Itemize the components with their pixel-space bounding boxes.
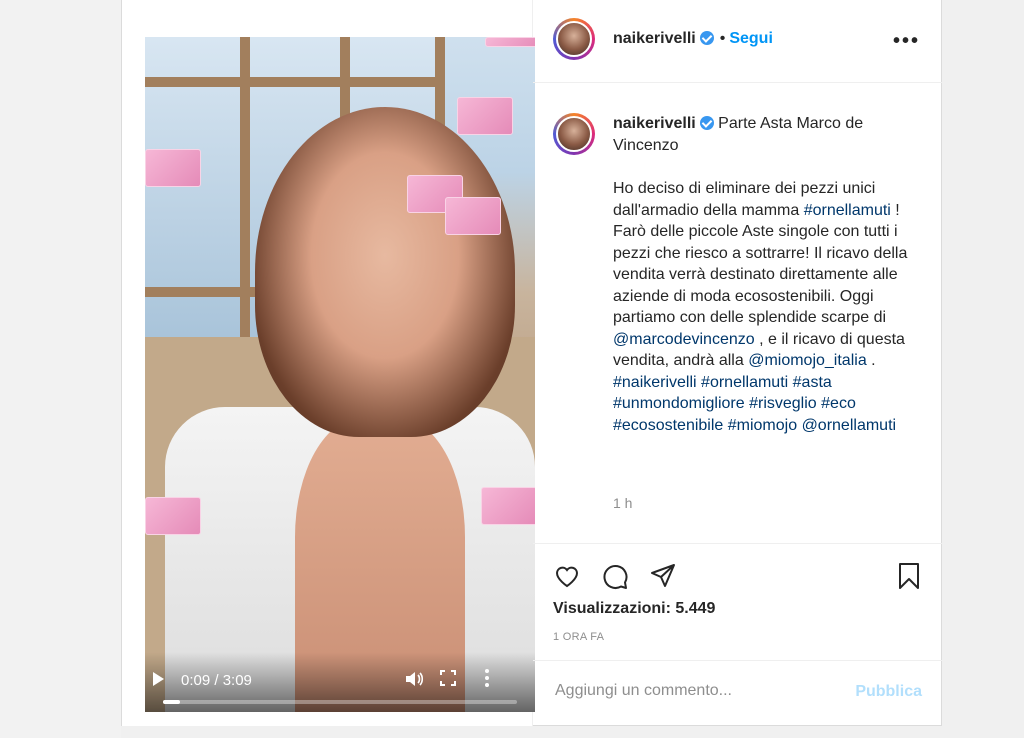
comment-input[interactable] [553,681,837,701]
money-sticker [445,197,501,235]
hashtag-link[interactable]: #ornellamuti [701,374,788,391]
money-sticker [457,97,513,135]
views-count[interactable]: Visualizzazioni: 5.449 [553,600,715,618]
hashtag-link[interactable]: #ecosostenibile [613,417,723,434]
separator-dot: • [719,30,726,47]
fullscreen-icon[interactable] [440,670,456,686]
money-sticker [145,149,201,187]
window-frame [145,77,445,87]
video-more-icon[interactable] [485,668,489,688]
hashtag-link[interactable]: #naikerivelli [613,374,697,391]
post-date[interactable]: 1 ORA FA [553,631,604,643]
more-options-icon[interactable]: ••• [893,30,920,53]
hashtag-link[interactable]: #unmondomigliore [613,395,745,412]
publish-button[interactable]: Pubblica [855,683,922,701]
video-person [255,107,515,437]
like-heart-icon[interactable] [553,562,581,590]
hashtag-link[interactable]: #asta [793,374,832,391]
hashtag-link[interactable]: #ornellamuti [804,202,891,219]
mention-link[interactable]: @miomojo_italia [748,352,867,369]
caption-body: Ho deciso di eliminare dei pezzi unici d… [613,180,907,434]
verified-icon [699,31,714,45]
video-progress-fill [163,700,180,704]
caption-username[interactable]: naikerivelli [613,115,696,132]
hashtag-link[interactable]: #eco [821,395,856,412]
video-player[interactable]: 0:09 / 3:09 [145,37,535,712]
instagram-post: 0:09 / 3:09 naikerivelli • Segui ••• nai… [121,0,942,726]
mention-link[interactable]: @ornellamuti [802,417,897,434]
play-icon[interactable] [153,672,164,686]
caption-text: ! Farò delle piccole Aste singole con tu… [613,201,908,327]
caption-text: . [866,352,876,369]
comments-section: naikerivelli Parte Asta Marco de Vincenz… [533,83,942,543]
hashtag-link[interactable]: #miomojo [728,417,797,434]
header-user-line: naikerivelli • Segui [613,30,773,48]
money-sticker [485,37,535,47]
post-header: naikerivelli • Segui ••• [533,0,942,83]
video-time: 0:09 / 3:09 [181,672,252,689]
post-sidebar: naikerivelli • Segui ••• naikerivelli Part… [533,0,942,726]
save-bookmark-icon[interactable] [895,562,923,590]
caption-header: naikerivelli Parte Asta Marco de Vincenz… [613,113,923,156]
mention-link[interactable]: @marcodevincenzo [613,331,755,348]
avatar[interactable] [553,18,595,60]
volume-icon[interactable] [405,670,425,688]
money-sticker [481,487,535,525]
username[interactable]: naikerivelli [613,30,696,47]
caption-avatar[interactable] [553,113,595,155]
share-icon[interactable] [649,562,677,590]
comment-icon[interactable] [601,562,629,590]
hashtag-link[interactable]: #risveglio [749,395,817,412]
money-sticker [145,497,201,535]
post-actions: Visualizzazioni: 5.449 1 ORA FA [533,543,942,660]
verified-icon [699,116,714,130]
follow-button[interactable]: Segui [729,30,773,47]
video-progress-bar[interactable] [163,700,517,704]
page-background [0,0,121,738]
video-controls: 0:09 / 3:09 [145,652,535,712]
add-comment-bar: Pubblica [533,660,942,726]
caption: naikerivelli Parte Asta Marco de Vincenz… [613,113,923,436]
post-media: 0:09 / 3:09 [122,0,535,726]
post-time-ago[interactable]: 1 h [613,495,632,511]
